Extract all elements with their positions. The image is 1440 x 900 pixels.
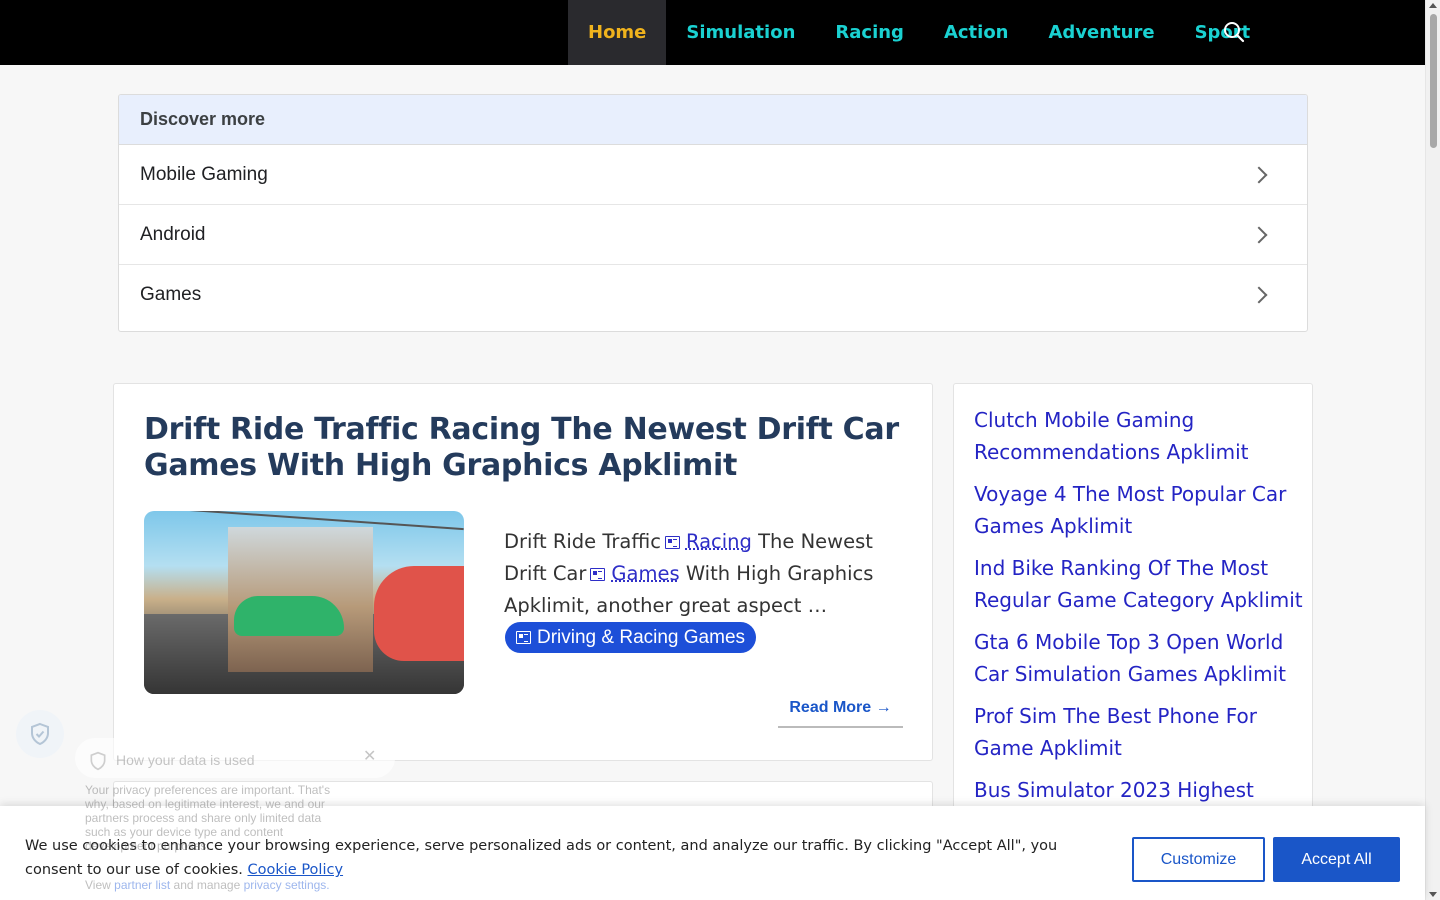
sidebar-post-link[interactable]: Clutch Mobile Gaming Recommendations Apk… xyxy=(974,404,1304,468)
article-title[interactable]: Drift Ride Traffic Racing The Newest Dri… xyxy=(144,412,924,484)
scroll-down-arrow-icon[interactable] xyxy=(1429,892,1437,897)
discover-item-label: Android xyxy=(140,223,206,245)
sidebar-post-link[interactable]: Prof Sim The Best Phone For Game Apklimi… xyxy=(974,700,1304,764)
privacy-shield-button[interactable] xyxy=(16,710,64,758)
privacy-foot-text: and manage xyxy=(173,878,241,892)
discover-item-label: Mobile Gaming xyxy=(140,163,268,185)
shield-icon xyxy=(90,751,106,771)
article-thumbnail[interactable] xyxy=(144,511,464,694)
chevron-right-icon xyxy=(1250,166,1268,183)
document-icon xyxy=(590,568,606,581)
nav-item-adventure[interactable]: Adventure xyxy=(1029,0,1175,65)
scroll-thumb[interactable] xyxy=(1430,14,1437,148)
games-link[interactable]: Games xyxy=(611,562,679,585)
accept-all-button[interactable]: Accept All xyxy=(1273,837,1400,882)
discover-more-panel: Discover more Mobile Gaming Android Game… xyxy=(118,94,1308,332)
sidebar-post-link[interactable]: Voyage 4 The Most Popular Car Games Apkl… xyxy=(974,478,1304,542)
excerpt-text: Drift Ride Traffic xyxy=(504,530,661,553)
close-icon[interactable]: ✕ xyxy=(363,746,376,765)
privacy-popup-footer: View partner list and manage privacy set… xyxy=(85,878,330,892)
document-icon xyxy=(516,631,531,644)
sidebar-post-link[interactable]: Ind Bike Ranking Of The Most Regular Gam… xyxy=(974,552,1304,616)
category-label: Driving & Racing Games xyxy=(537,626,746,648)
document-icon xyxy=(664,536,680,549)
sidebar-post-list: Clutch Mobile Gaming Recommendations Apk… xyxy=(974,404,1304,816)
read-more-link[interactable]: Read More → xyxy=(778,690,903,728)
nav-item-simulation[interactable]: Simulation xyxy=(666,0,815,65)
search-icon[interactable] xyxy=(1222,20,1246,44)
top-navbar: Home Simulation Racing Action Adventure … xyxy=(0,0,1425,65)
sidebar-post-link[interactable]: Gta 6 Mobile Top 3 Open World Car Simula… xyxy=(974,626,1304,690)
discover-item-label: Games xyxy=(140,284,202,305)
partner-list-link[interactable]: partner list xyxy=(114,878,170,892)
privacy-foot-text: View xyxy=(85,878,111,892)
discover-item-games[interactable]: Games xyxy=(119,265,1307,325)
category-badge[interactable]: Driving & Racing Games xyxy=(505,622,757,653)
privacy-popup-body: Your privacy preferences are important. … xyxy=(85,783,331,853)
racing-link[interactable]: Racing xyxy=(686,530,752,553)
shield-check-icon xyxy=(31,722,49,746)
sidebar-post-link[interactable]: Bus Simulator 2023 Highest xyxy=(974,774,1304,806)
main-nav: Home Simulation Racing Action Adventure … xyxy=(568,0,1270,65)
nav-item-home[interactable]: Home xyxy=(568,0,667,65)
chevron-right-icon xyxy=(1250,226,1268,243)
red-car xyxy=(374,566,464,661)
chevron-right-icon xyxy=(1250,286,1268,304)
privacy-settings-link[interactable]: privacy settings. xyxy=(244,878,330,892)
scroll-up-arrow-icon[interactable] xyxy=(1429,3,1437,8)
discover-item-android[interactable]: Android xyxy=(119,205,1307,265)
green-car xyxy=(234,596,344,636)
nav-item-racing[interactable]: Racing xyxy=(815,0,924,65)
cookie-policy-link[interactable]: Cookie Policy xyxy=(248,862,344,878)
discover-more-title: Discover more xyxy=(119,95,1307,145)
customize-button[interactable]: Customize xyxy=(1132,837,1265,882)
article-card: Drift Ride Traffic Racing The Newest Dri… xyxy=(113,383,933,761)
nav-item-action[interactable]: Action xyxy=(924,0,1029,65)
article-excerpt: Drift Ride Traffic Racing The Newest Drif… xyxy=(504,526,884,622)
discover-item-mobile-gaming[interactable]: Mobile Gaming xyxy=(119,145,1307,205)
page-scrollbar[interactable] xyxy=(1425,0,1440,900)
privacy-popup-title: How your data is used xyxy=(116,752,255,768)
